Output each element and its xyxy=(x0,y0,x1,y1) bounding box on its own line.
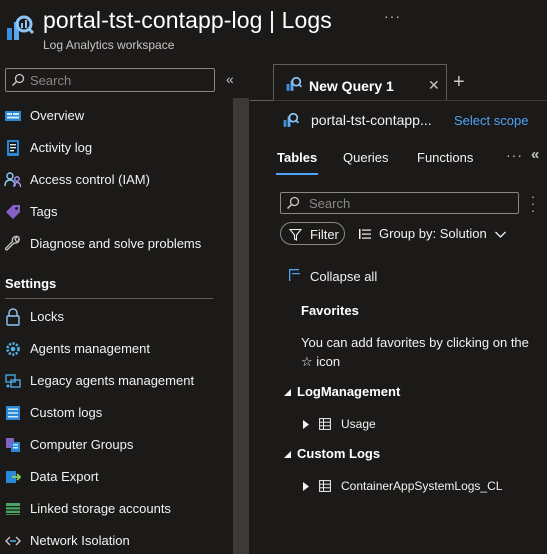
collapse-all-icon xyxy=(289,269,300,281)
sidebar-item-label: Legacy agents management xyxy=(30,373,195,388)
log-analytics-icon xyxy=(7,15,34,40)
logs-main-panel: New Query 1 ✕ + portal-tst-contapp... Se… xyxy=(250,62,547,554)
sidebar-item-label: Custom logs xyxy=(30,405,103,420)
add-tab-button[interactable]: + xyxy=(453,72,465,92)
sidebar-item-label: Diagnose and solve problems xyxy=(30,236,202,251)
table-icon xyxy=(319,418,331,430)
sidebar-item-label: Computer Groups xyxy=(30,437,134,452)
sidebar-item-overview[interactable]: Overview xyxy=(0,102,233,130)
sidebar-item-label: Locks xyxy=(30,309,64,324)
sidebar: « Overview Activity log Access control (… xyxy=(0,62,234,554)
sidebar-item-data-export[interactable]: Data Export xyxy=(0,463,233,491)
close-tab-button[interactable]: ✕ xyxy=(428,77,440,94)
list-icon xyxy=(6,406,20,420)
people-icon xyxy=(4,172,22,188)
sidebar-item-label: Overview xyxy=(30,108,85,123)
sidebar-item-legacy-agents[interactable]: Legacy agents management xyxy=(0,367,233,395)
sidebar-item-linked-storage[interactable]: Linked storage accounts xyxy=(0,495,233,523)
sidebar-item-network-isolation[interactable]: Network Isolation xyxy=(0,527,233,554)
sidebar-item-label: Activity log xyxy=(30,140,93,155)
activity-log-icon xyxy=(7,140,19,156)
caret-right-icon xyxy=(303,482,309,491)
filter-button[interactable]: Filter xyxy=(280,222,345,245)
chevron-down-icon xyxy=(495,231,506,238)
tab-queries[interactable]: Queries xyxy=(343,150,389,165)
active-tab-indicator xyxy=(276,173,318,175)
sidebar-item-label: Data Export xyxy=(30,469,99,484)
scope-row: portal-tst-contapp... Select scope xyxy=(283,110,547,130)
sidebar-scrollbar[interactable] xyxy=(233,98,249,554)
tab-new-query[interactable]: New Query 1 ✕ xyxy=(273,64,447,100)
lock-icon xyxy=(6,308,20,326)
caret-down-icon xyxy=(284,451,291,458)
group-label: LogManagement xyxy=(297,384,401,399)
table-name: ContainerAppSystemLogs_CL xyxy=(341,479,503,493)
tables-search-input[interactable] xyxy=(309,195,509,212)
wrench-icon xyxy=(4,235,20,251)
more-options-button[interactable]: ··· xyxy=(384,8,401,24)
sidebar-item-label: Tags xyxy=(30,204,58,219)
overview-icon xyxy=(5,111,21,121)
group-by-label: Group by: Solution xyxy=(379,226,487,241)
page-title: portal-tst-contapp-log | Logs xyxy=(43,7,332,33)
legacy-agents-icon xyxy=(5,374,21,388)
tab-tables[interactable]: Tables xyxy=(277,150,317,165)
caret-down-icon xyxy=(284,389,291,396)
collapse-all-label: Collapse all xyxy=(310,269,378,284)
search-icon xyxy=(286,196,300,210)
group-label: Custom Logs xyxy=(297,446,381,461)
filter-icon xyxy=(289,228,302,241)
search-icon xyxy=(11,73,25,87)
sidebar-item-custom-logs[interactable]: Custom logs xyxy=(0,399,233,427)
gear-icon xyxy=(6,342,20,356)
storage-icon xyxy=(6,503,20,515)
select-scope-link[interactable]: Select scope xyxy=(454,113,528,128)
divider xyxy=(5,298,213,299)
group-list-icon xyxy=(359,229,371,239)
tables-search[interactable] xyxy=(280,192,519,214)
sidebar-search[interactable] xyxy=(5,68,215,92)
computer-groups-icon xyxy=(6,438,20,452)
network-icon xyxy=(5,536,21,546)
favorites-header: Favorites xyxy=(301,303,359,318)
tabs-divider xyxy=(250,100,547,101)
log-analytics-icon xyxy=(286,76,302,91)
tag-icon xyxy=(6,205,20,219)
sidebar-scroll-top xyxy=(233,62,249,98)
caret-right-icon xyxy=(303,420,309,429)
favorites-hint: You can add favorites by clicking on the… xyxy=(301,335,529,369)
sidebar-item-label: Network Isolation xyxy=(30,533,130,548)
filter-label: Filter xyxy=(310,227,339,242)
table-name: Usage xyxy=(341,417,376,431)
vertical-more-button[interactable]: · · · xyxy=(530,190,536,217)
sidebar-item-label: Agents management xyxy=(30,341,150,356)
sidebar-item-access-control[interactable]: Access control (IAM) xyxy=(0,166,233,194)
settings-section-header: Settings xyxy=(5,276,57,291)
tab-functions[interactable]: Functions xyxy=(417,150,473,165)
log-analytics-icon xyxy=(283,112,299,127)
sidebar-item-activity-log[interactable]: Activity log xyxy=(0,134,233,162)
table-icon xyxy=(319,480,331,492)
sidebar-item-locks[interactable]: Locks xyxy=(0,303,233,331)
export-icon xyxy=(6,471,22,483)
scope-name: portal-tst-contapp... xyxy=(311,112,432,128)
sidebar-item-diagnose[interactable]: Diagnose and solve problems xyxy=(0,230,233,258)
page-subtitle: Log Analytics workspace xyxy=(43,38,175,52)
sidebar-item-agents-management[interactable]: Agents management xyxy=(0,335,233,363)
sidebar-item-label: Access control (IAM) xyxy=(30,172,150,187)
sidebar-item-computer-groups[interactable]: Computer Groups xyxy=(0,431,233,459)
sidebar-search-input[interactable] xyxy=(30,71,210,89)
tab-label: New Query 1 xyxy=(309,78,394,94)
sidebar-item-label: Linked storage accounts xyxy=(30,501,171,516)
sidebar-item-tags[interactable]: Tags xyxy=(0,198,233,226)
panel-collapse-button[interactable]: « xyxy=(531,146,539,163)
page-header: portal-tst-contapp-log | Logs ··· Log An… xyxy=(0,0,547,62)
panel-more-button[interactable]: ··· xyxy=(506,147,523,163)
tabs-divider-left xyxy=(250,100,273,101)
